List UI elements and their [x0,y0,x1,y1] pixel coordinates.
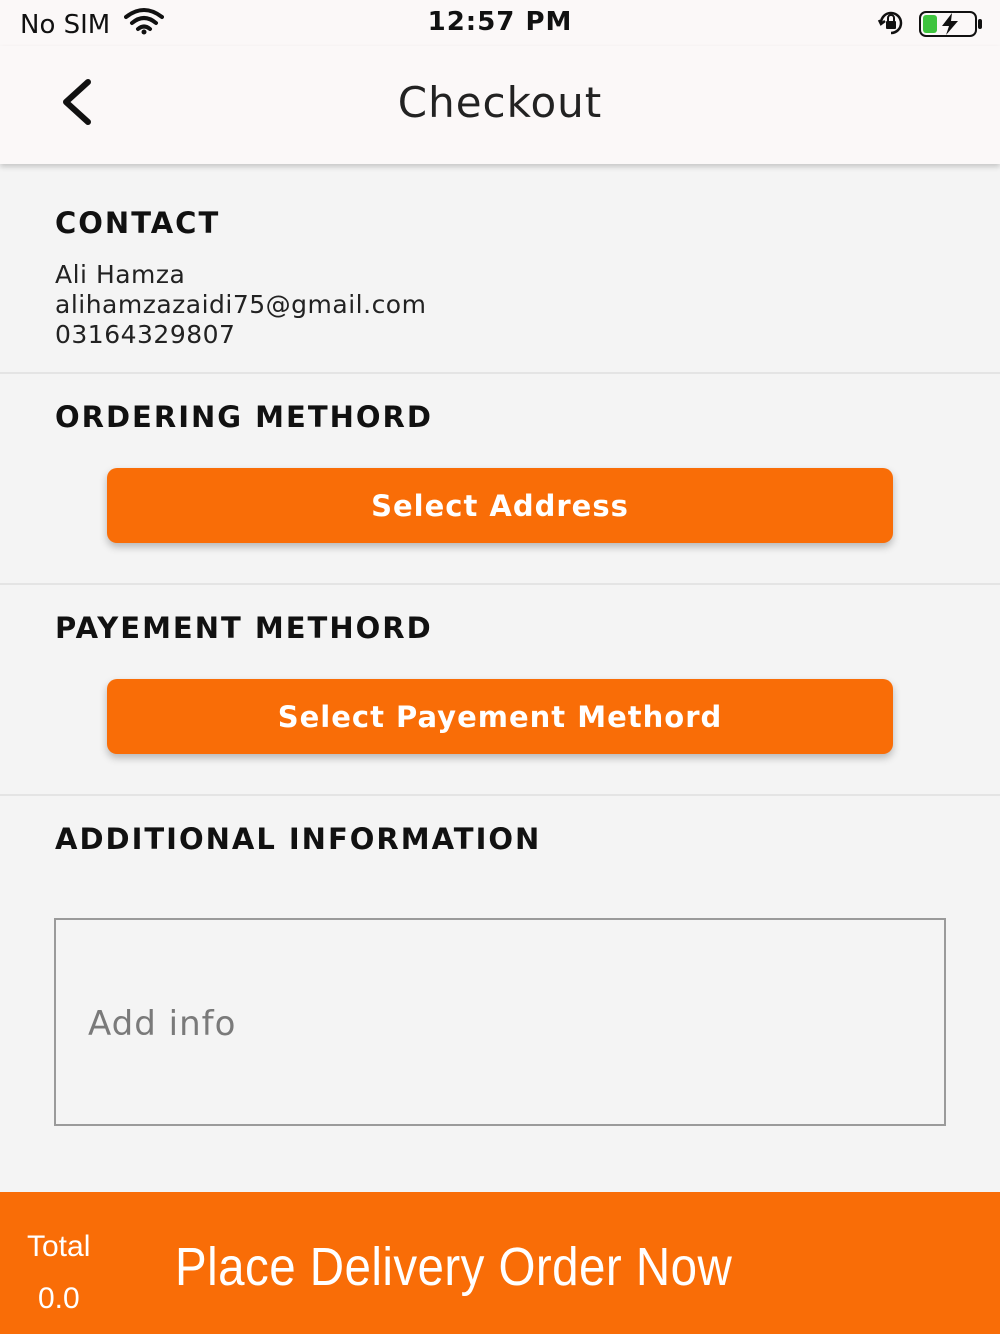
contact-heading: CONTACT [55,206,221,240]
battery-charging-icon [918,8,984,45]
total-label: Total [27,1230,91,1263]
payment-heading: PAYEMENT METHORD [55,611,433,645]
ordering-section: ORDERING METHORD Select Address [0,374,1000,585]
contact-phone: 03164329807 [55,320,236,349]
contact-email: alihamzazaidi75@gmail.com [55,290,427,319]
contact-section: CONTACT Ali Hamza alihamzazaidi75@gmail.… [0,164,1000,374]
select-payment-button[interactable]: Select Payement Methord [107,679,893,754]
total-value: 0.0 [38,1282,80,1315]
additional-info-placeholder: Add info [88,1004,237,1044]
status-bar: No SIM 12:57 PM [0,0,1000,46]
place-order-button[interactable]: Total 0.0 Place Delivery Order Now [0,1192,1000,1334]
status-right [876,8,984,45]
ordering-heading: ORDERING METHORD [55,400,433,434]
nav-bar: Checkout [0,46,1000,164]
payment-section: PAYEMENT METHORD Select Payement Methord [0,585,1000,796]
rotation-lock-icon [876,8,906,45]
select-address-button[interactable]: Select Address [107,468,893,543]
status-time: 12:57 PM [427,7,573,37]
place-order-label: Place Delivery Order Now [175,1237,733,1297]
page-title: Checkout [397,78,603,127]
additional-info-input[interactable]: Add info [54,918,946,1126]
contact-name: Ali Hamza [55,260,186,289]
additional-info-heading: ADDITIONAL INFORMATION [55,822,542,856]
